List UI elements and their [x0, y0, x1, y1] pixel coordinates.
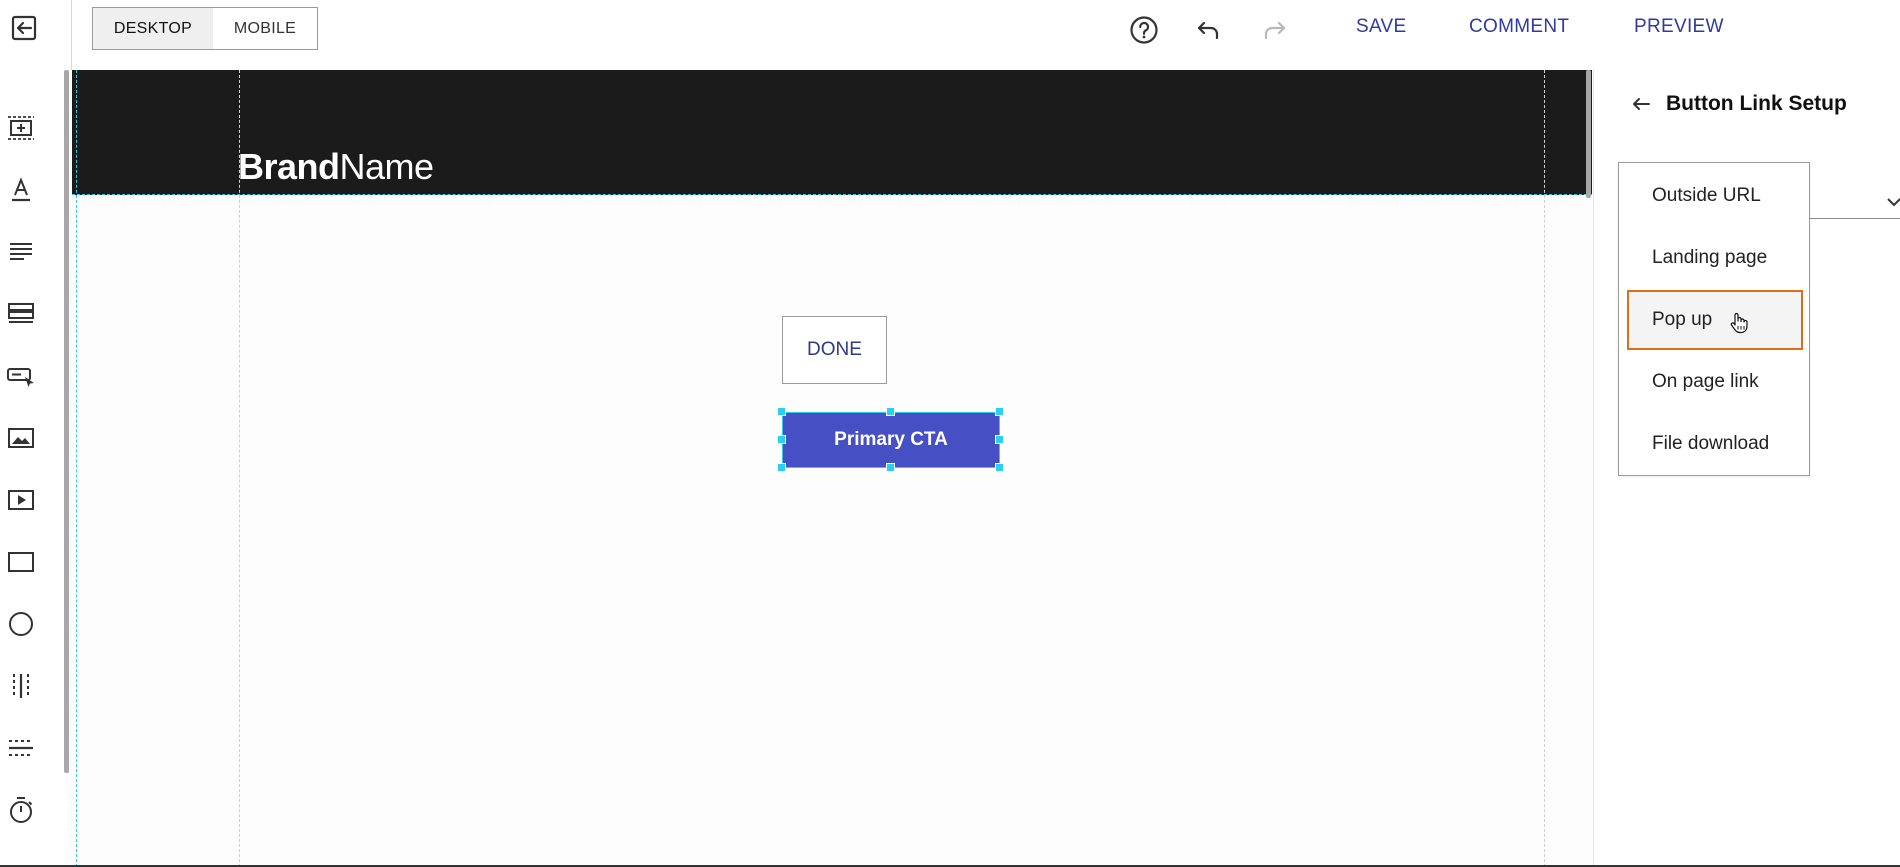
option-landing-page[interactable]: Landing page	[1627, 228, 1803, 288]
resize-handle-w[interactable]	[777, 435, 786, 444]
rail-paragraph[interactable]	[0, 232, 42, 272]
comment-button[interactable]: COMMENT	[1469, 16, 1569, 40]
text-icon	[12, 177, 30, 202]
section-guide-line	[72, 194, 1592, 195]
option-pop-up-label: Pop up	[1652, 309, 1713, 330]
left-tool-rail	[0, 70, 64, 867]
resize-handle-ne[interactable]	[995, 407, 1004, 416]
paragraph-icon	[10, 243, 32, 260]
rail-circle[interactable]	[0, 604, 42, 644]
content-left-guide	[239, 70, 240, 867]
rail-image[interactable]	[0, 418, 42, 458]
redo-button[interactable]	[1256, 12, 1292, 48]
desktop-toggle[interactable]: DESKTOP	[93, 8, 213, 49]
rail-text[interactable]	[0, 170, 42, 210]
exit-icon	[11, 15, 37, 41]
panel-title: Button Link Setup	[1666, 92, 1847, 115]
rail-list[interactable]	[0, 294, 42, 334]
save-button[interactable]: SAVE	[1356, 16, 1406, 40]
canvas-scrollbar[interactable]	[1586, 70, 1591, 198]
vertical-divider-icon	[13, 674, 29, 698]
done-button[interactable]: DONE	[782, 316, 887, 384]
mobile-toggle[interactable]: MOBILE	[213, 8, 317, 49]
timer-icon	[10, 797, 33, 823]
help-icon	[1130, 16, 1158, 44]
redo-icon	[1264, 21, 1286, 40]
hand-cursor-icon	[1730, 312, 1748, 334]
selected-cta-element[interactable]: Primary CTA	[777, 407, 1004, 472]
top-toolbar: DESKTOP MOBILE SAVE COMMENT PREVIEW	[0, 0, 1900, 70]
add-section-icon	[8, 116, 34, 140]
resize-handle-nw[interactable]	[777, 407, 786, 416]
rail-rectangle[interactable]	[0, 542, 42, 582]
chevron-down-icon	[1887, 198, 1900, 207]
rail-horizontal-divider[interactable]	[0, 728, 42, 768]
editor-canvas[interactable]: BrandName DONE Primary CTA	[72, 70, 1592, 867]
list-icon	[8, 303, 34, 323]
rail-scrollbar[interactable]	[64, 70, 69, 773]
resize-handle-sw[interactable]	[777, 463, 786, 472]
link-type-dropdown: Outside URL Landing page Pop up On page …	[1618, 162, 1810, 476]
toolbar-divider	[71, 0, 72, 70]
button-link-setup-panel: Button Link Setup Outside URL Landing pa…	[1593, 70, 1900, 867]
exit-editor-button[interactable]	[8, 12, 40, 44]
link-type-select-toggle[interactable]	[1884, 192, 1900, 217]
resize-handle-s[interactable]	[886, 463, 895, 472]
video-icon	[8, 490, 34, 510]
brand-bold: Brand	[238, 146, 340, 187]
circle-icon	[9, 612, 33, 636]
brand-light: Name	[339, 146, 435, 187]
rail-timer[interactable]	[0, 790, 42, 830]
rail-vertical-divider[interactable]	[0, 666, 42, 706]
undo-icon	[1197, 21, 1219, 40]
undo-button[interactable]	[1191, 12, 1227, 48]
resize-handle-n[interactable]	[886, 407, 895, 416]
rail-button[interactable]	[0, 356, 42, 396]
brand-logo-text[interactable]: BrandName	[238, 146, 434, 188]
option-pop-up[interactable]: Pop up	[1627, 290, 1803, 350]
resize-handle-se[interactable]	[995, 463, 1004, 472]
rail-video[interactable]	[0, 480, 42, 520]
arrow-left-icon	[1633, 98, 1650, 110]
panel-header: Button Link Setup	[1630, 92, 1847, 116]
option-file-download[interactable]: File download	[1627, 414, 1803, 474]
primary-cta-button[interactable]: Primary CTA	[782, 412, 1000, 468]
preview-button[interactable]: PREVIEW	[1634, 16, 1724, 40]
resize-handle-e[interactable]	[995, 435, 1004, 444]
option-on-page-link[interactable]: On page link	[1627, 352, 1803, 412]
button-icon	[7, 368, 34, 387]
content-right-guide	[1544, 70, 1545, 867]
panel-back-button[interactable]	[1630, 93, 1652, 115]
help-button[interactable]	[1126, 12, 1162, 48]
header-section[interactable]: BrandName	[72, 70, 1592, 195]
canvas-edge-guide	[76, 70, 77, 867]
rectangle-icon	[8, 552, 34, 572]
device-toggle: DESKTOP MOBILE	[92, 7, 318, 50]
image-icon	[8, 428, 34, 448]
horizontal-divider-icon	[9, 740, 33, 756]
link-type-select-underline	[1809, 218, 1900, 219]
rail-add-section[interactable]	[0, 108, 42, 148]
option-outside-url[interactable]: Outside URL	[1627, 166, 1803, 226]
